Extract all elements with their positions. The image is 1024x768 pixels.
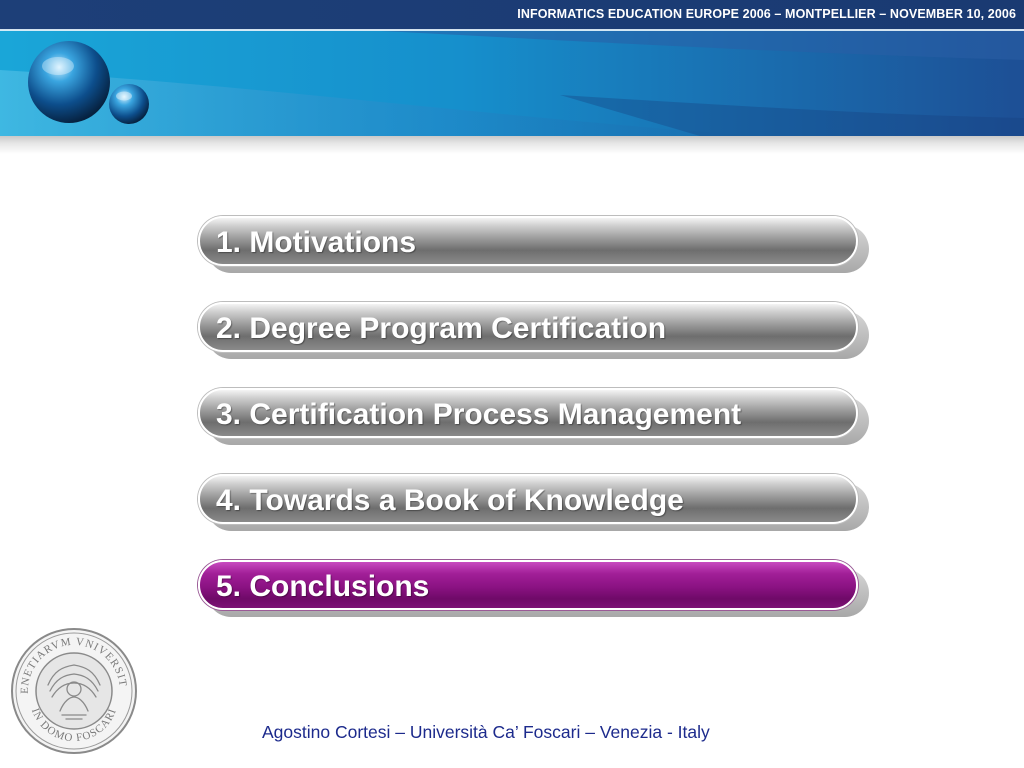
author-credit: Agostino Cortesi – Università Ca’ Foscar… [262, 722, 710, 742]
agenda-item-book-of-knowledge[interactable]: 4. Towards a Book of Knowledge [198, 474, 870, 532]
agenda-item-label: 4. Towards a Book of Knowledge [216, 484, 684, 517]
agenda-item-certification-process-management[interactable]: 3. Certification Process Management [198, 388, 870, 446]
agenda-item-label: 3. Certification Process Management [216, 398, 742, 431]
agenda-item-button[interactable]: 2. Degree Program Certification [198, 302, 858, 352]
conference-title: INFORMATICS EDUCATION EUROPE 2006 – MONT… [517, 7, 1016, 21]
agenda-item-motivations[interactable]: 1. Motivations [198, 216, 870, 274]
agenda-item-conclusions[interactable]: 5. Conclusions [198, 560, 870, 618]
agenda-item-button[interactable]: 5. Conclusions [198, 560, 858, 610]
agenda-item-button[interactable]: 4. Towards a Book of Knowledge [198, 474, 858, 524]
agenda-item-label: 2. Degree Program Certification [216, 312, 667, 345]
agenda-item-button[interactable]: 3. Certification Process Management [198, 388, 858, 438]
agenda-item-label: 5. Conclusions [216, 570, 430, 603]
agenda-item-button[interactable]: 1. Motivations [198, 216, 858, 266]
university-seal-icon: VENETIARVM VNIVERSITAS IN DOMO FOSCARI [10, 627, 137, 754]
agenda-item-degree-program-certification[interactable]: 2. Degree Program Certification [198, 302, 870, 360]
agenda-item-label: 1. Motivations [216, 226, 417, 259]
header-banner: INFORMATICS EDUCATION EUROPE 2006 – MONT… [0, 0, 1024, 136]
header-divider [0, 136, 1024, 154]
